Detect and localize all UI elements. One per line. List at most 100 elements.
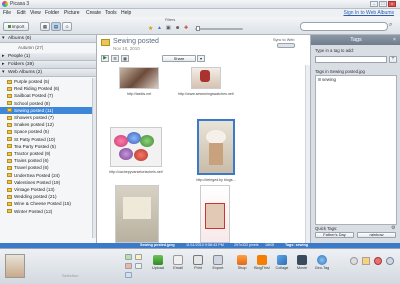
folder-icon xyxy=(7,173,12,178)
group-people[interactable]: ▸ People (1) xyxy=(0,53,96,61)
tag-item[interactable]: sewing xyxy=(318,77,336,82)
folder-item[interactable]: Wedding posted (21) xyxy=(0,193,96,200)
folder-item[interactable]: Purple posted (5) xyxy=(0,78,96,85)
location-panel-icon[interactable] xyxy=(374,257,382,265)
tag-input[interactable] xyxy=(315,56,387,63)
folder-label: Trains posted (6) xyxy=(14,158,49,164)
upload-filter-icon[interactable]: ▲ xyxy=(157,25,162,31)
expand-icon[interactable]: ▾ xyxy=(2,35,4,43)
search-box[interactable] xyxy=(300,22,388,31)
info-panel-icon[interactable] xyxy=(386,257,394,265)
menu-file[interactable]: File xyxy=(3,10,11,16)
folder-item[interactable]: Trains posted (6) xyxy=(0,157,96,164)
shop-button[interactable]: Shop xyxy=(234,255,250,270)
folder-item[interactable]: Winter Posted (12) xyxy=(0,208,96,215)
selection-thumbnail[interactable] xyxy=(5,254,25,278)
folder-date[interactable]: Nov 10, 2010 xyxy=(113,46,140,51)
folder-item[interactable]: Space posted (5) xyxy=(0,128,96,135)
filter-slider-thumb[interactable] xyxy=(196,26,200,31)
collage-icon[interactable]: ▦ xyxy=(121,55,129,62)
star-icon[interactable] xyxy=(135,254,142,260)
close-button[interactable]: × xyxy=(388,1,396,7)
collage-label: Collage xyxy=(275,266,289,270)
folder-item[interactable]: Travel posted (6) xyxy=(0,164,96,171)
group-web-albums[interactable]: ▾ Web Albums (2) xyxy=(0,69,96,77)
shop-icon xyxy=(237,255,247,265)
filter-slider[interactable] xyxy=(195,28,243,30)
face-filter-icon[interactable]: ☻ xyxy=(175,25,180,31)
rotate-icon[interactable] xyxy=(135,263,142,269)
menu-tools[interactable]: Tools xyxy=(105,10,117,16)
folder-item[interactable]: Snakes posted (12) xyxy=(0,121,96,128)
photo-caption: http://www.sewmeingswatches.net/ xyxy=(178,92,234,96)
expand-icon[interactable]: ▸ xyxy=(2,61,4,69)
menu-help[interactable]: Help xyxy=(121,10,131,16)
movie-filter-icon[interactable]: ▣ xyxy=(166,25,171,31)
quick-tag-button[interactable]: rainbow xyxy=(357,232,396,238)
collage-button[interactable]: Collage xyxy=(274,255,290,270)
hold-icon[interactable] xyxy=(125,254,132,260)
add-to-album-icon[interactable] xyxy=(125,272,132,278)
photo-thumbnail-detail xyxy=(123,197,151,219)
folder-item-selected[interactable]: Sewing posted (11) xyxy=(0,106,96,114)
minimize-button[interactable]: – xyxy=(370,1,378,7)
print-label: Print xyxy=(194,266,202,270)
people-panel-icon[interactable] xyxy=(350,257,358,265)
left-scrollbar[interactable] xyxy=(92,78,96,238)
folder-title[interactable]: Sewing posted xyxy=(113,38,159,45)
folder-item[interactable]: Valentines Posted (19) xyxy=(0,179,96,186)
star-filter-icon[interactable]: ★ xyxy=(148,25,153,32)
expand-icon[interactable]: ▾ xyxy=(2,69,4,77)
folder-item[interactable]: Wine & Cheese Posted (15) xyxy=(0,200,96,207)
close-icon[interactable]: × xyxy=(393,37,396,43)
photo-thumbnail-detail xyxy=(205,203,225,229)
menu-folder[interactable]: Folder xyxy=(45,10,59,16)
folder-item[interactable]: Red Riding Posted (6) xyxy=(0,85,96,92)
sign-in-link[interactable]: Sign In to Web Albums xyxy=(344,10,395,16)
folder-item[interactable]: Sailboat Posted (7) xyxy=(0,92,96,99)
import-button[interactable]: Import xyxy=(3,22,29,31)
geotag-button[interactable]: Geo-Tag xyxy=(314,255,330,270)
tag-panel-icon[interactable] xyxy=(362,257,370,265)
folder-item[interactable]: Vintage Posted (13) xyxy=(0,186,96,193)
album-item[interactable]: Autumn (27) xyxy=(0,44,96,51)
clear-icon[interactable] xyxy=(125,263,132,269)
group-label: Web Albums (2) xyxy=(8,70,43,75)
share-button[interactable]: Share xyxy=(162,55,196,62)
blogthis-button[interactable]: BlogThis! xyxy=(254,255,270,270)
folder-item[interactable]: School posted (8) xyxy=(0,100,96,107)
sync-toggle[interactable] xyxy=(277,43,295,48)
quick-tag-button[interactable]: Father's Day xyxy=(315,232,354,238)
photo-thumbnail[interactable] xyxy=(119,67,159,89)
menu-view[interactable]: View xyxy=(30,10,41,16)
maximize-button[interactable]: □ xyxy=(379,1,387,7)
quick-tags-settings-icon[interactable]: ⚙ xyxy=(391,225,395,231)
group-albums[interactable]: ▾ Albums (6) xyxy=(0,35,96,43)
pincushion-red xyxy=(134,149,148,161)
expand-icon[interactable]: ▸ xyxy=(2,53,4,61)
movie-button[interactable]: Movie xyxy=(294,255,310,270)
folder-item[interactable]: UnderSea Posted (24) xyxy=(0,172,96,179)
folder-item[interactable]: Showers posted (7) xyxy=(0,114,96,121)
menu-picture[interactable]: Picture xyxy=(64,10,80,16)
view-library-button[interactable]: ▦ xyxy=(40,22,50,31)
view-people-button[interactable]: ☺ xyxy=(62,22,72,31)
email-button[interactable]: Email xyxy=(170,255,186,270)
folder-item[interactable]: Tea Party Posted (5) xyxy=(0,143,96,150)
search-icon[interactable]: ⌕ xyxy=(389,22,392,29)
menu-edit[interactable]: Edit xyxy=(17,10,26,16)
share-dropdown-icon[interactable]: ▾ xyxy=(197,55,205,62)
print-button[interactable]: Print xyxy=(190,255,206,270)
menu-create[interactable]: Create xyxy=(86,10,101,16)
folder-item[interactable]: St Patty Posted (10) xyxy=(0,136,96,143)
group-folders[interactable]: ▸ Folders (39) xyxy=(0,61,96,69)
folder-item[interactable]: Tractor posted (9) xyxy=(0,150,96,157)
upload-button[interactable]: Upload xyxy=(150,255,166,270)
play-button[interactable]: ▶ xyxy=(101,55,109,62)
export-button[interactable]: Export xyxy=(210,255,226,270)
add-tag-button[interactable]: + xyxy=(389,56,397,63)
geotag-filter-icon[interactable]: ✚ xyxy=(184,25,188,31)
sort-icon[interactable]: ☰ xyxy=(111,55,119,62)
view-timeline-button[interactable]: ▤ xyxy=(51,22,61,31)
folder-label: Wedding posted (21) xyxy=(14,194,57,200)
